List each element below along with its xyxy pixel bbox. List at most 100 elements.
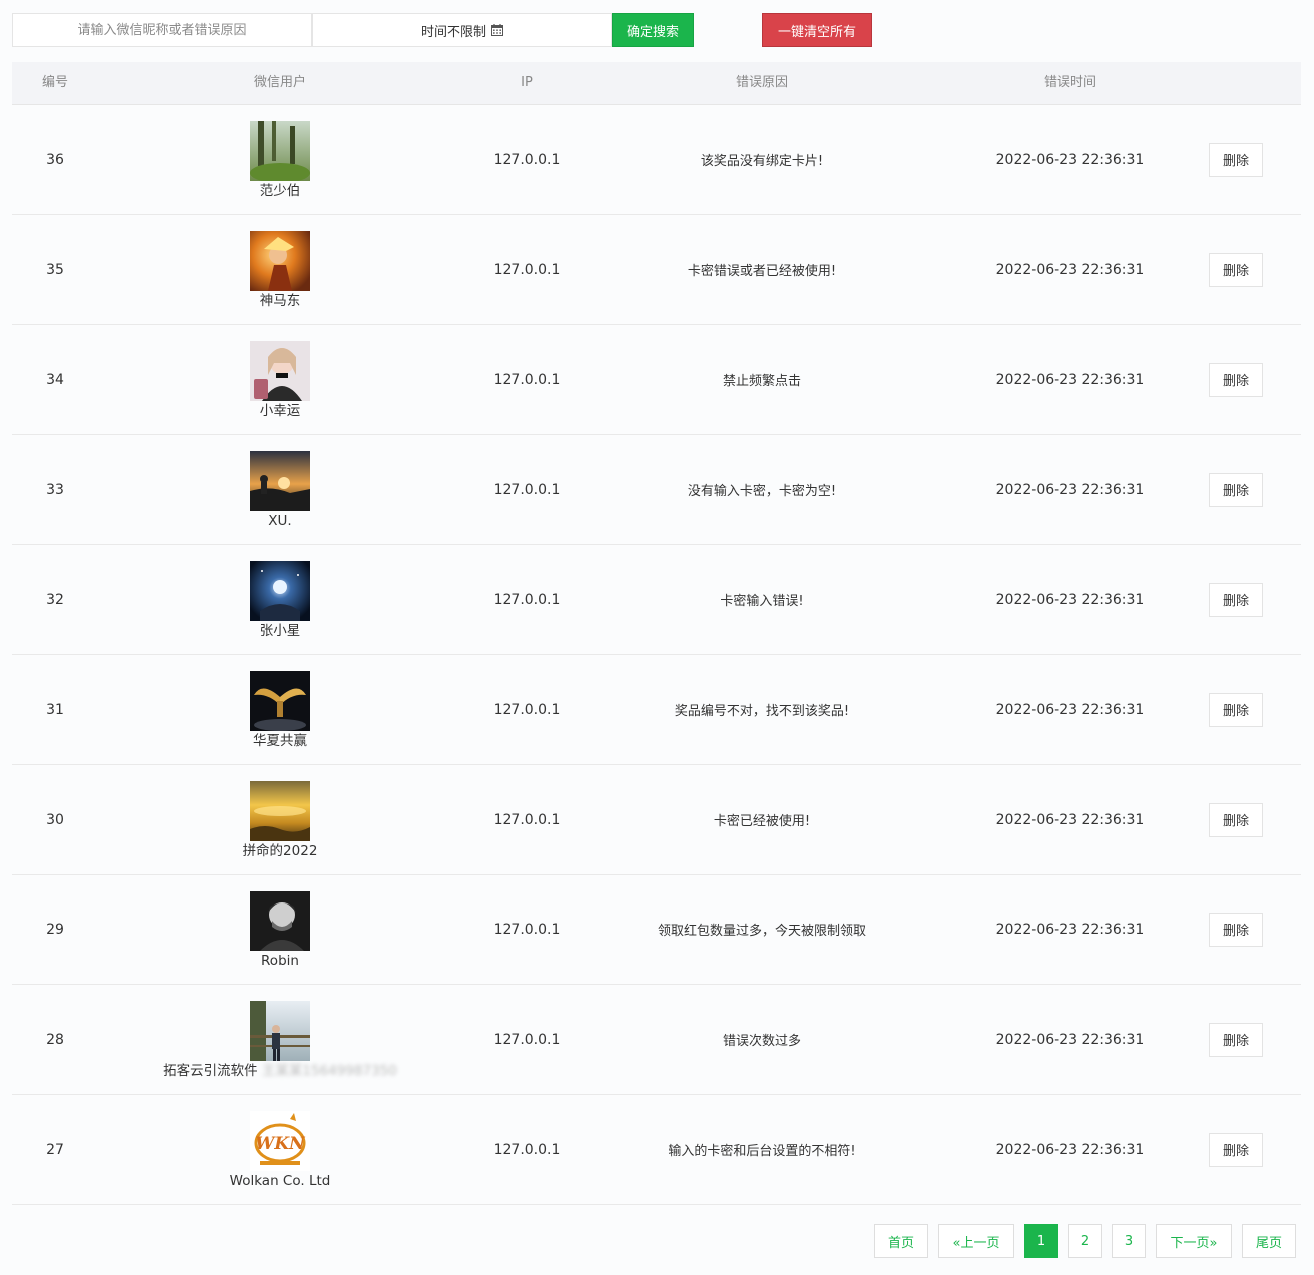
- row-user-nickname: 拼命的2022: [243, 843, 318, 859]
- delete-button[interactable]: 删除: [1209, 802, 1263, 837]
- row-time: 2022-06-23 22:36:31: [995, 371, 1145, 388]
- row-reason: 卡密输入错误!: [720, 594, 804, 609]
- row-time: 2022-06-23 22:36:31: [995, 261, 1145, 278]
- row-user: 张小星: [172, 545, 388, 654]
- row-id: 31: [46, 701, 64, 718]
- row-actions: 删除: [1208, 985, 1264, 1094]
- search-button[interactable]: 确定搜索: [612, 13, 694, 47]
- row-reason: 输入的卡密和后台设置的不相符!: [668, 1144, 856, 1159]
- row-user-nickname: 范少伯: [260, 183, 301, 199]
- header-user: 微信用户: [253, 75, 306, 90]
- row-reason: 该奖品没有绑定卡片!: [700, 154, 824, 169]
- nickname-text: Robin: [261, 952, 299, 969]
- row-time: 2022-06-23 22:36:31: [995, 591, 1145, 608]
- row-id: 30: [46, 811, 64, 828]
- search-input[interactable]: [12, 13, 312, 47]
- row-reason: 领取红包数量过多，今天被限制领取: [657, 924, 866, 939]
- row-time: 2022-06-23 22:36:31: [995, 811, 1145, 828]
- delete-button[interactable]: 删除: [1209, 252, 1263, 287]
- row-time: 2022-06-23 22:36:31: [995, 921, 1145, 938]
- time-filter-label: 时间不限制: [420, 24, 486, 40]
- header-time: 错误时间: [1043, 75, 1096, 90]
- row-time: 2022-06-23 22:36:31: [995, 701, 1145, 718]
- nickname-text: XU.: [268, 512, 292, 529]
- row-user: 范少伯: [172, 105, 388, 214]
- table-row: 30 拼命的2022 127.0.0.1 卡密已经被使用! 2022-06-23 22:…: [12, 765, 1301, 875]
- row-user: 小幸运: [172, 325, 388, 434]
- table-row: 35 神马东 127.0.0.1 卡密错误或者已经被使用! 2022-06-23 22:…: [12, 215, 1301, 325]
- row-ip: 127.0.0.1: [493, 591, 561, 608]
- time-filter-select[interactable]: 时间不限制: [312, 13, 612, 47]
- table-row: 33 XU. 127.0.0.1 没有输入卡密，卡密为空! 2022-06-23 22:…: [12, 435, 1301, 545]
- last-page-link[interactable]: 尾页: [1242, 1224, 1296, 1258]
- first-page-link[interactable]: 首页: [874, 1224, 928, 1258]
- error-log-table: 编号 微信用户 IP 错误原因 错误时间 36 范少伯 127.0.0.1 该奖品没有…: [12, 62, 1301, 1205]
- row-ip: 127.0.0.1: [493, 701, 561, 718]
- row-id: 34: [46, 371, 64, 388]
- row-user-nickname: Wolkan Co. Ltd: [230, 1173, 331, 1189]
- svg-text:WKN: WKN: [255, 1134, 306, 1154]
- row-user: 华夏共赢: [172, 655, 388, 764]
- row-time: 2022-06-23 22:36:31: [995, 1031, 1145, 1048]
- row-id: 27: [46, 1141, 64, 1158]
- row-reason: 没有输入卡密，卡密为空!: [687, 484, 837, 499]
- row-id: 35: [46, 261, 64, 278]
- row-user-nickname: 小幸运: [260, 403, 301, 419]
- row-time: 2022-06-23 22:36:31: [995, 151, 1145, 168]
- row-user: 拼命的2022: [172, 765, 388, 874]
- nickname-text: 范少伯: [259, 182, 301, 199]
- calendar-icon: [491, 24, 503, 36]
- row-ip: 127.0.0.1: [493, 921, 561, 938]
- row-id: 32: [46, 591, 64, 608]
- page-link-3[interactable]: 3: [1112, 1224, 1146, 1258]
- row-actions: 删除: [1208, 435, 1264, 544]
- delete-button[interactable]: 删除: [1209, 1022, 1263, 1057]
- avatar: [250, 230, 310, 291]
- row-user: XU.: [172, 435, 388, 544]
- row-ip: 127.0.0.1: [493, 1031, 561, 1048]
- delete-button[interactable]: 删除: [1209, 472, 1263, 507]
- row-actions: 删除: [1208, 1095, 1264, 1204]
- table-row: 31 华夏共赢 127.0.0.1 奖品编号不对，找不到该奖品! 2022-06-23 …: [12, 655, 1301, 765]
- row-user: Robin: [172, 875, 388, 984]
- delete-button[interactable]: 删除: [1209, 582, 1263, 617]
- table-row: 29 Robin 127.0.0.1 领取红包数量过多，今天被限制领取 2022-06-…: [12, 875, 1301, 985]
- row-ip: 127.0.0.1: [493, 151, 561, 168]
- avatar: WKN: [250, 1110, 310, 1171]
- table-row: 32 张小星 127.0.0.1 卡密输入错误! 2022-06-23 22:36:31…: [12, 545, 1301, 655]
- row-actions: 删除: [1208, 875, 1264, 984]
- table-row: 27 WKN Wolkan Co. Ltd 127.0.0.1 输入的卡密和后台设置的不…: [12, 1095, 1301, 1205]
- row-reason: 卡密已经被使用!: [713, 814, 811, 829]
- row-ip: 127.0.0.1: [493, 1141, 561, 1158]
- delete-button[interactable]: 删除: [1209, 1132, 1263, 1167]
- nickname-text: 拓客云引流软件: [163, 1062, 258, 1079]
- table-body: 36 范少伯 127.0.0.1 该奖品没有绑定卡片! 2022-06-23 22:36…: [12, 105, 1301, 1205]
- row-user: 神马东: [172, 215, 388, 324]
- next-page-link[interactable]: 下一页»: [1156, 1224, 1232, 1258]
- delete-button[interactable]: 删除: [1209, 912, 1263, 947]
- delete-button[interactable]: 删除: [1209, 692, 1263, 727]
- page-link-2[interactable]: 2: [1068, 1224, 1102, 1258]
- header-ip: IP: [521, 75, 533, 90]
- row-ip: 127.0.0.1: [493, 261, 561, 278]
- row-user: WKN Wolkan Co. Ltd: [172, 1095, 388, 1204]
- avatar: [250, 120, 310, 181]
- table-row: 36 范少伯 127.0.0.1 该奖品没有绑定卡片! 2022-06-23 22:36…: [12, 105, 1301, 215]
- row-actions: 删除: [1208, 105, 1264, 214]
- row-reason: 卡密错误或者已经被使用!: [687, 264, 837, 279]
- pagination: 首页 «上一页 1 2 3 下一页» 尾页: [0, 1224, 1314, 1258]
- row-user: 拓客云引流软件 王某某15649987350: [163, 985, 397, 1094]
- row-actions: 删除: [1208, 655, 1264, 764]
- row-user-nickname: 华夏共赢: [253, 733, 307, 749]
- avatar: [250, 890, 310, 951]
- row-time: 2022-06-23 22:36:31: [995, 481, 1145, 498]
- row-time: 2022-06-23 22:36:31: [995, 1141, 1145, 1158]
- row-actions: 删除: [1208, 325, 1264, 434]
- page-link-1[interactable]: 1: [1024, 1224, 1058, 1258]
- delete-button[interactable]: 删除: [1209, 362, 1263, 397]
- prev-page-link[interactable]: «上一页: [938, 1224, 1014, 1258]
- clear-all-button[interactable]: 一键清空所有: [762, 13, 872, 47]
- row-id: 28: [46, 1031, 64, 1048]
- delete-button[interactable]: 删除: [1209, 142, 1263, 177]
- table-header: 编号 微信用户 IP 错误原因 错误时间: [12, 62, 1301, 105]
